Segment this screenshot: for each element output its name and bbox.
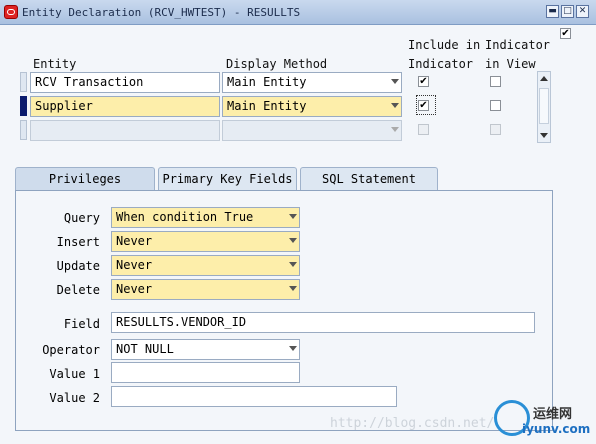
value2-input[interactable]	[111, 386, 397, 407]
query-label: Query	[63, 211, 100, 225]
watermark-logo-sub: iyunv.com	[522, 422, 591, 436]
entity-field-row2[interactable]: Supplier	[30, 96, 220, 117]
records-scrollbar[interactable]	[537, 71, 551, 143]
entity-field-row3[interactable]	[30, 120, 220, 141]
display-method-value-row2: Main Entity	[227, 99, 307, 113]
delete-select[interactable]: Never	[111, 279, 300, 300]
scroll-up-icon[interactable]	[540, 76, 548, 81]
select-all-checkbox[interactable]: ✔	[560, 28, 571, 39]
field-input[interactable]: RESULLTS.VENDOR_ID	[111, 312, 535, 333]
value1-input[interactable]	[111, 362, 300, 383]
scroll-thumb[interactable]	[539, 88, 549, 124]
column-header-include-line1: Include in	[408, 38, 481, 52]
chevron-down-icon	[289, 346, 297, 351]
column-header-entity: Entity	[33, 57, 77, 71]
maximize-button[interactable]: □	[561, 5, 574, 18]
value1-label: Value 1	[49, 367, 100, 381]
window-title: Entity Declaration (RCV_HWTEST) - RESULL…	[22, 6, 301, 19]
chevron-down-icon	[289, 214, 297, 219]
include-checkbox-row3[interactable]	[418, 124, 429, 135]
chevron-down-icon	[289, 286, 297, 291]
query-value: When condition True	[116, 210, 254, 224]
row-marker-1[interactable]	[20, 72, 27, 92]
row-marker-3[interactable]	[20, 120, 27, 140]
chevron-down-icon	[289, 238, 297, 243]
display-method-value-row1: Main Entity	[227, 75, 307, 89]
chevron-down-icon	[391, 127, 399, 132]
update-value: Never	[116, 258, 153, 272]
column-header-display-method: Display Method	[226, 57, 328, 71]
query-select[interactable]: When condition True	[111, 207, 300, 228]
chevron-down-icon	[391, 103, 399, 108]
operator-select[interactable]: NOT NULL	[111, 339, 300, 360]
row-marker-2[interactable]	[20, 96, 27, 116]
watermark-logo-text: 运维网	[533, 407, 573, 422]
include-checkbox-row2[interactable]: ✔	[418, 100, 429, 111]
in-view-checkbox-row2[interactable]	[490, 100, 501, 111]
watermark-url: http://blog.csdn.net/	[330, 416, 495, 431]
display-method-select-row2[interactable]: Main Entity	[222, 96, 402, 117]
column-header-indicator-line1: Indicator	[485, 38, 551, 52]
scroll-down-icon[interactable]	[540, 133, 548, 138]
operator-value: NOT NULL	[116, 342, 174, 356]
chevron-down-icon	[289, 262, 297, 267]
in-view-checkbox-row3[interactable]	[490, 124, 501, 135]
delete-value: Never	[116, 282, 153, 296]
value2-label: Value 2	[49, 391, 100, 405]
minimize-button[interactable]: ▬	[546, 5, 559, 18]
column-header-indicator-line2: in View	[485, 57, 536, 71]
oracle-app-icon	[4, 5, 18, 19]
insert-value: Never	[116, 234, 153, 248]
window-title-bar[interactable]: Entity Declaration (RCV_HWTEST) - RESULL…	[0, 0, 596, 25]
update-label: Update	[56, 259, 100, 273]
tab-sql-statement[interactable]: SQL Statement	[300, 167, 438, 191]
operator-label: Operator	[42, 343, 100, 357]
display-method-select-row1[interactable]: Main Entity	[222, 72, 402, 93]
display-method-select-row3[interactable]	[222, 120, 402, 141]
update-select[interactable]: Never	[111, 255, 300, 276]
include-checkbox-row1[interactable]: ✔	[418, 76, 429, 87]
tab-privileges[interactable]: Privileges	[15, 167, 155, 191]
insert-label: Insert	[56, 235, 100, 249]
delete-label: Delete	[56, 283, 100, 297]
close-button[interactable]: ✕	[576, 5, 589, 18]
in-view-checkbox-row1[interactable]	[490, 76, 501, 87]
tab-primary-key-fields[interactable]: Primary Key Fields	[158, 167, 297, 191]
chevron-down-icon	[391, 79, 399, 84]
insert-select[interactable]: Never	[111, 231, 300, 252]
field-label: Field	[63, 317, 100, 331]
entity-field-row1[interactable]: RCV Transaction	[30, 72, 220, 93]
column-header-include-line2: Indicator	[408, 57, 474, 71]
